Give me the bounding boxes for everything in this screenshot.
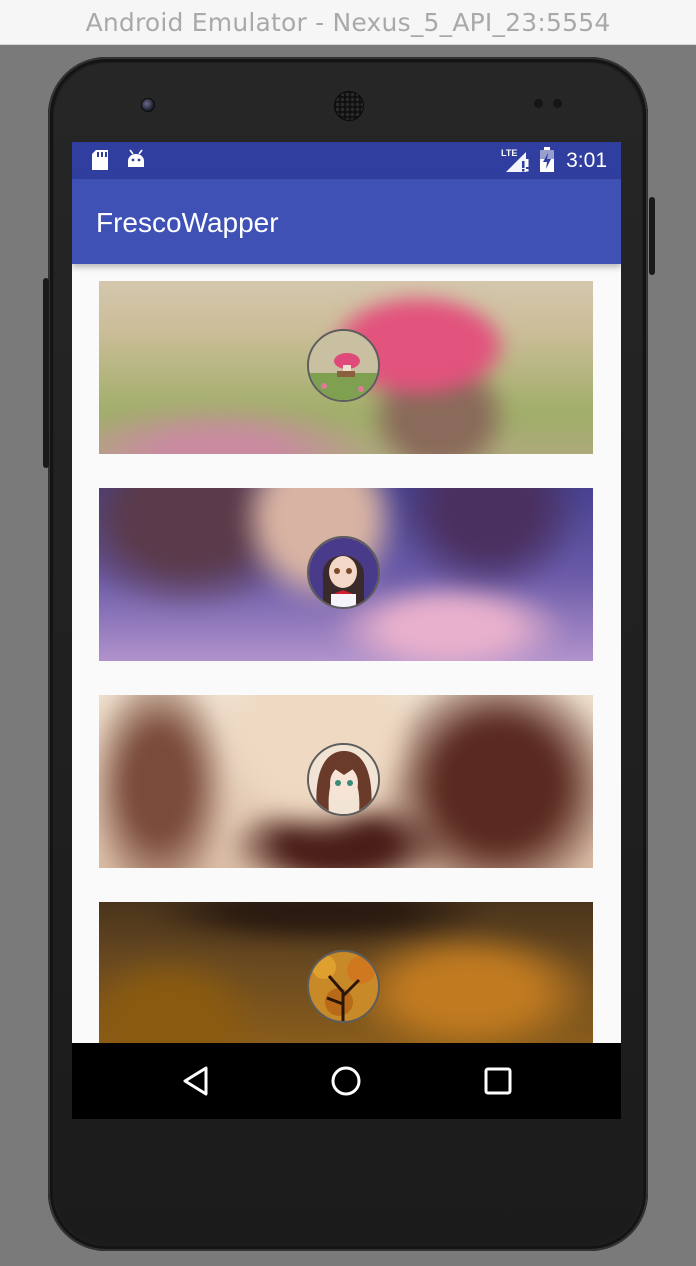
front-camera (141, 98, 155, 112)
anime-girl-brown-hair-avatar[interactable] (307, 743, 380, 816)
status-bar: LTE 3:01 (72, 142, 621, 179)
power-button[interactable] (649, 197, 655, 275)
emulator-title-bar: Android Emulator - Nexus_5_API_23:5554 (0, 0, 696, 45)
home-icon[interactable] (326, 1063, 366, 1099)
app-toolbar: FrescoWapper (72, 179, 621, 264)
proximity-sensor (534, 99, 543, 108)
autumn-tree-avatar[interactable] (307, 950, 380, 1023)
list-item[interactable] (99, 695, 593, 868)
sd-card-icon (91, 149, 109, 176)
anime-girl-red-bow-avatar[interactable] (307, 536, 380, 609)
android-debug-icon (125, 148, 147, 175)
back-icon[interactable] (176, 1063, 216, 1099)
list-item[interactable] (99, 902, 593, 1043)
light-sensor (553, 99, 562, 108)
volume-button[interactable] (43, 278, 49, 468)
image-list[interactable] (72, 264, 621, 1043)
device-screen: LTE 3:01 FrescoWapper (72, 142, 621, 1119)
app-title: FrescoWapper (96, 207, 279, 238)
battery-charging-icon (539, 147, 555, 178)
status-clock: 3:01 (566, 149, 607, 172)
window-title: Android Emulator - Nexus_5_API_23:5554 (85, 7, 611, 37)
navigation-bar (72, 1043, 621, 1119)
list-item[interactable] (99, 281, 593, 454)
recents-icon[interactable] (478, 1063, 518, 1099)
lte-signal-icon: LTE (500, 147, 530, 178)
mushroom-house-avatar[interactable] (307, 329, 380, 402)
svg-text:LTE: LTE (501, 148, 517, 158)
list-item[interactable] (99, 488, 593, 661)
earpiece-speaker (334, 91, 364, 121)
